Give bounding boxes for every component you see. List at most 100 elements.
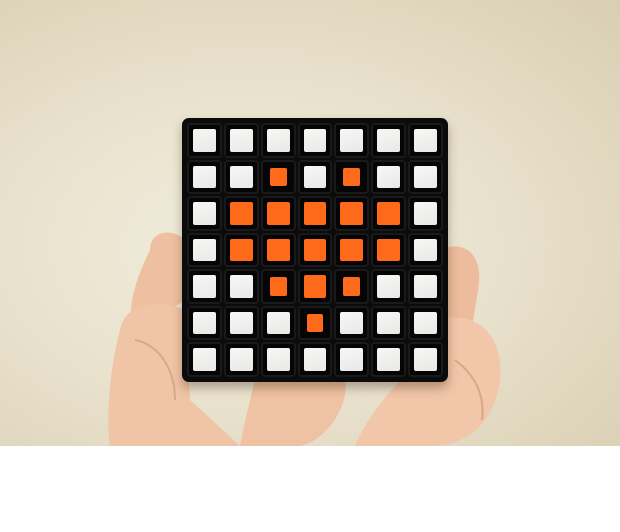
cube-cell bbox=[334, 196, 370, 231]
white-sticker bbox=[229, 275, 253, 298]
cube-cell bbox=[334, 232, 370, 268]
cube-cell bbox=[371, 123, 407, 158]
white-sticker bbox=[414, 238, 437, 262]
orange-sticker bbox=[303, 202, 327, 225]
cube-cell bbox=[187, 232, 222, 268]
white-sticker bbox=[266, 129, 290, 152]
white-sticker bbox=[193, 348, 216, 371]
cube-cell bbox=[223, 159, 259, 195]
cube-cell bbox=[260, 342, 296, 377]
white-sticker bbox=[377, 275, 401, 298]
cube-cell bbox=[187, 305, 222, 341]
cube-cell bbox=[371, 342, 407, 377]
cube-cell bbox=[408, 159, 443, 195]
orange-sticker bbox=[303, 275, 327, 298]
white-sticker bbox=[377, 348, 401, 371]
cube-cell bbox=[371, 159, 407, 195]
cube-cell bbox=[297, 196, 333, 231]
cube-cell bbox=[334, 342, 370, 377]
cube-cell bbox=[187, 342, 222, 377]
cube-cell bbox=[187, 196, 222, 231]
cube-cell bbox=[297, 159, 333, 195]
cube-cell bbox=[334, 123, 370, 158]
orange-sticker bbox=[340, 238, 364, 262]
cube-cell bbox=[371, 305, 407, 341]
orange-sticker bbox=[266, 238, 290, 262]
cube-cell bbox=[260, 159, 296, 195]
white-sticker bbox=[377, 165, 401, 189]
white-sticker bbox=[414, 348, 437, 371]
cube-cell bbox=[408, 305, 443, 341]
cube-cell bbox=[260, 196, 296, 231]
cube-cell bbox=[223, 123, 259, 158]
cube-cell bbox=[334, 159, 370, 195]
white-sticker bbox=[414, 129, 437, 152]
white-sticker bbox=[340, 311, 364, 335]
white-sticker bbox=[414, 165, 437, 189]
orange-sticker bbox=[269, 277, 287, 296]
cube-cell bbox=[297, 342, 333, 377]
white-sticker bbox=[414, 202, 437, 225]
cube-cell bbox=[371, 232, 407, 268]
cube-cell bbox=[371, 196, 407, 231]
white-sticker bbox=[303, 129, 327, 152]
cube-face bbox=[182, 118, 448, 382]
white-sticker bbox=[340, 129, 364, 152]
cube-cell bbox=[260, 305, 296, 341]
cube-cell bbox=[408, 269, 443, 304]
white-sticker bbox=[193, 202, 216, 225]
cube-cell bbox=[408, 232, 443, 268]
white-sticker bbox=[303, 348, 327, 371]
cube-cell bbox=[260, 269, 296, 304]
orange-sticker bbox=[343, 277, 361, 296]
cube-cell bbox=[408, 342, 443, 377]
white-sticker bbox=[266, 348, 290, 371]
cube-cell bbox=[223, 232, 259, 268]
white-sticker bbox=[303, 165, 327, 189]
orange-sticker bbox=[303, 238, 327, 262]
photo bbox=[0, 0, 620, 446]
cube-cell bbox=[260, 123, 296, 158]
cube-cell bbox=[223, 305, 259, 341]
cube-cell bbox=[297, 305, 333, 341]
white-sticker bbox=[193, 238, 216, 262]
white-sticker bbox=[414, 275, 437, 298]
cube-cell bbox=[408, 123, 443, 158]
orange-sticker bbox=[377, 238, 401, 262]
cube-cell bbox=[334, 269, 370, 304]
blank-area bbox=[0, 446, 620, 532]
cube-cell bbox=[334, 305, 370, 341]
white-sticker bbox=[377, 311, 401, 335]
cube-cell bbox=[223, 196, 259, 231]
white-sticker bbox=[229, 165, 253, 189]
white-sticker bbox=[340, 348, 364, 371]
cube-cell bbox=[187, 269, 222, 304]
cube-cell bbox=[297, 123, 333, 158]
cube-cell bbox=[223, 269, 259, 304]
cube-cell bbox=[260, 232, 296, 268]
cube-cell bbox=[408, 196, 443, 231]
orange-sticker bbox=[306, 313, 324, 333]
cube-cell bbox=[297, 269, 333, 304]
orange-sticker bbox=[377, 202, 401, 225]
cube-cell bbox=[297, 232, 333, 268]
white-sticker bbox=[229, 311, 253, 335]
white-sticker bbox=[193, 275, 216, 298]
orange-sticker bbox=[229, 202, 253, 225]
orange-sticker bbox=[266, 202, 290, 225]
white-sticker bbox=[266, 311, 290, 335]
white-sticker bbox=[414, 311, 437, 335]
cube-cell bbox=[187, 159, 222, 195]
cube-cell bbox=[223, 342, 259, 377]
orange-sticker bbox=[229, 238, 253, 262]
white-sticker bbox=[193, 129, 216, 152]
orange-sticker bbox=[269, 167, 287, 187]
white-sticker bbox=[377, 129, 401, 152]
cube-cell bbox=[371, 269, 407, 304]
white-sticker bbox=[229, 348, 253, 371]
orange-sticker bbox=[343, 167, 361, 187]
white-sticker bbox=[229, 129, 253, 152]
cube-cell bbox=[187, 123, 222, 158]
white-sticker bbox=[193, 311, 216, 335]
white-sticker bbox=[193, 165, 216, 189]
